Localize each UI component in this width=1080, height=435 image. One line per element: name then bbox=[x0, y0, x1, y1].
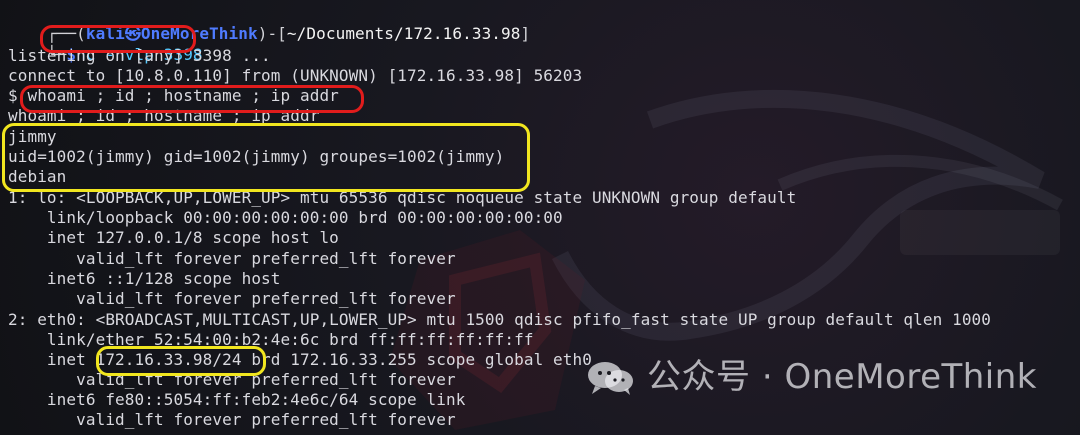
listening-output: listening on [any] 3398 ... bbox=[8, 46, 271, 65]
eth0-interface-line: 2: eth0: <BROADCAST,MULTICAST,UP,LOWER_U… bbox=[8, 310, 992, 329]
id-output: uid=1002(jimmy) gid=1002(jimmy) groupes=… bbox=[8, 147, 505, 166]
dragon-wing bbox=[777, 154, 1063, 211]
prompt-line: ┌──(kali㉿OneMoreThink)-[~/Documents/172.… bbox=[8, 4, 530, 43]
echoed-command-line: whoami ; id ; hostname ; ip addr bbox=[8, 106, 320, 125]
eth0-inet-line: inet 172.16.33.98/24 brd 172.16.33.255 s… bbox=[8, 350, 592, 369]
prompt-path: ~/Documents/172.16.33.98 bbox=[286, 24, 521, 43]
eth0-valid-line-1: valid_lft forever preferred_lft forever bbox=[8, 370, 456, 389]
eth0-valid-line-2: valid_lft forever preferred_lft forever bbox=[8, 410, 456, 429]
hostname-output: debian bbox=[8, 167, 67, 186]
prompt-close-paren: )-[ bbox=[257, 24, 287, 43]
watermark-text: 公众号 · OneMoreThink bbox=[647, 357, 1037, 397]
connection-output: connect to [10.8.0.110] from (UNKNOWN) [… bbox=[8, 66, 583, 85]
lo-link-line: link/loopback 00:00:00:00:00:00 brd 00:0… bbox=[8, 208, 563, 227]
wechat-watermark: 公众号 · OneMoreThink bbox=[585, 354, 1037, 400]
faint-banner bbox=[900, 210, 1060, 255]
terminal-window[interactable]: ┌──(kali㉿OneMoreThink)-[~/Documents/172.… bbox=[0, 0, 1080, 435]
lo-interface-line: 1: lo: <LOOPBACK,UP,LOWER_UP> mtu 65536 … bbox=[8, 188, 797, 207]
wechat-icon bbox=[588, 362, 634, 395]
dragon-outline bbox=[551, 89, 1045, 341]
lo-inet6-line: inet6 ::1/128 scope host bbox=[8, 269, 281, 288]
eth0-link-line: link/ether 52:54:00:b2:4e:6c brd ff:ff:f… bbox=[8, 330, 534, 349]
lo-inet-line: inet 127.0.0.1/8 scope host lo bbox=[8, 228, 339, 247]
prompt-close-bracket: ] bbox=[520, 24, 531, 43]
whoami-output: jimmy bbox=[8, 127, 57, 146]
eth0-inet6-line: inet6 fe80::5054:ff:feb2:4e6c/64 scope l… bbox=[8, 390, 466, 409]
remote-command-line[interactable]: $ whoami ; id ; hostname ; ip addr bbox=[8, 86, 339, 106]
lo-valid-line-1: valid_lft forever preferred_lft forever bbox=[8, 249, 456, 268]
lo-valid-line-2: valid_lft forever preferred_lft forever bbox=[8, 289, 456, 308]
command-line-nc[interactable]: └─$nc -nvlp 3398 bbox=[8, 25, 203, 64]
